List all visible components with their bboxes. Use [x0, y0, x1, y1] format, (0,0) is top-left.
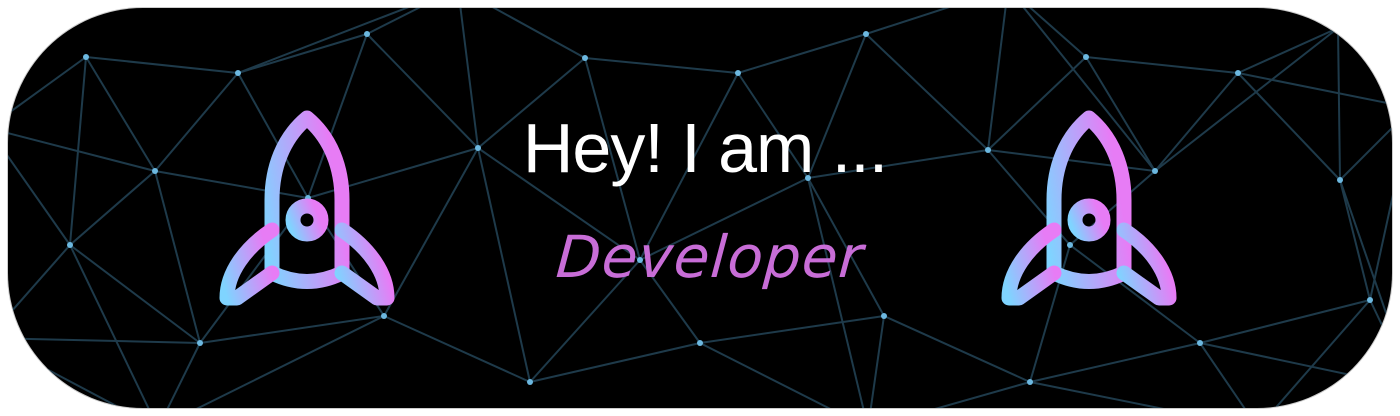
network-node: [381, 313, 387, 319]
network-node: [881, 313, 887, 319]
network-node: [582, 55, 588, 61]
network-node: [1083, 54, 1089, 60]
network-line: [529, 342, 701, 383]
network-line: [699, 342, 831, 408]
rocket-icon: [1001, 110, 1177, 311]
headline: Hey! I am ...: [522, 109, 888, 187]
network-node: [1027, 379, 1033, 385]
network-node: [527, 379, 533, 385]
role-text: Developer: [553, 223, 867, 291]
network-node: [697, 340, 703, 346]
network-line: [1029, 381, 1164, 408]
network-line: [237, 33, 368, 74]
network-line: [869, 315, 885, 408]
network-node: [1235, 70, 1241, 76]
network-line: [865, 8, 950, 35]
network-line: [166, 342, 201, 408]
network-line: [1274, 299, 1371, 408]
network-node: [364, 31, 370, 37]
network-line: [1237, 72, 1392, 105]
network-node: [83, 54, 89, 60]
network-line: [699, 315, 885, 344]
network-line: [1085, 56, 1239, 74]
network-line: [1199, 299, 1371, 344]
network-node: [197, 340, 203, 346]
network-line: [1029, 8, 1087, 58]
network-line: [8, 337, 201, 344]
network-node: [863, 31, 869, 37]
network-node: [735, 70, 741, 76]
network-line: [934, 381, 1031, 408]
network-line: [883, 315, 1031, 383]
network-line: [1029, 342, 1201, 383]
network-node: [235, 70, 241, 76]
network-line: [196, 315, 385, 408]
network-node: [1335, 25, 1341, 31]
network-line: [492, 8, 586, 59]
network-line: [737, 33, 867, 74]
network-line: [85, 56, 239, 74]
network-line: [584, 57, 739, 74]
network-node: [1367, 297, 1373, 303]
network-line: [366, 8, 421, 35]
network-line: [1199, 342, 1392, 385]
network-node: [1197, 340, 1203, 346]
network-line: [383, 315, 531, 383]
network-line: [1369, 299, 1392, 349]
network-line: [1337, 27, 1392, 88]
network-line: [8, 347, 123, 408]
network-line: [807, 177, 865, 408]
banner: Hey! I am ... Developer: [8, 8, 1392, 408]
